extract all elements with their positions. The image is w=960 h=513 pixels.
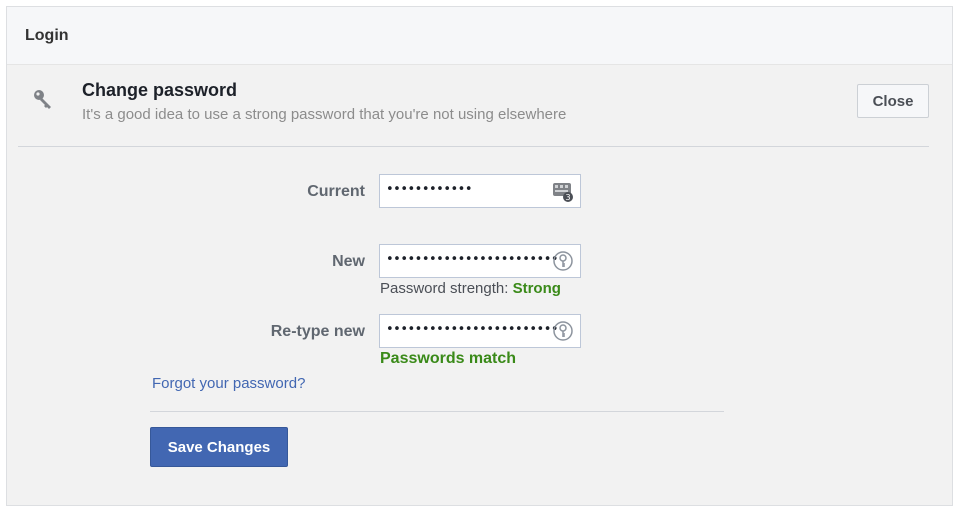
- section-subtitle: It's a good idea to use a strong passwor…: [82, 106, 567, 123]
- section-divider: [18, 146, 929, 147]
- passwords-match-message: Passwords match: [380, 350, 517, 367]
- close-button[interactable]: Close: [857, 84, 929, 118]
- password-manager-icon[interactable]: 3: [552, 180, 574, 202]
- panel-header: Login: [7, 7, 952, 65]
- current-password-value: ••••••••••••: [386, 182, 473, 197]
- panel-title: Login: [25, 27, 69, 44]
- key-icon: [34, 90, 51, 109]
- password-strength-label: Password strength:: [380, 280, 509, 297]
- form-divider: [150, 411, 724, 412]
- password-strength-value: Strong: [512, 280, 561, 297]
- password-key-icon[interactable]: [552, 320, 574, 342]
- save-changes-button[interactable]: Save Changes: [150, 427, 288, 467]
- retype-password-value: ••••••••••••••••••••••••: [386, 322, 559, 337]
- password-strength: Password strength: Strong: [380, 280, 561, 297]
- current-password-field[interactable]: •••••••••••• 3: [379, 174, 581, 208]
- forgot-password-link[interactable]: Forgot your password?: [152, 375, 305, 392]
- new-password-field[interactable]: ••••••••••••••••••••••••: [379, 244, 581, 278]
- retype-password-field[interactable]: ••••••••••••••••••••••••: [379, 314, 581, 348]
- new-password-label: New: [332, 253, 365, 270]
- svg-text:3: 3: [565, 193, 570, 202]
- current-password-label: Current: [307, 183, 365, 200]
- section-title: Change password: [82, 80, 238, 100]
- password-key-icon[interactable]: [552, 250, 574, 272]
- retype-password-label: Re-type new: [270, 323, 365, 340]
- new-password-value: ••••••••••••••••••••••••: [386, 252, 559, 267]
